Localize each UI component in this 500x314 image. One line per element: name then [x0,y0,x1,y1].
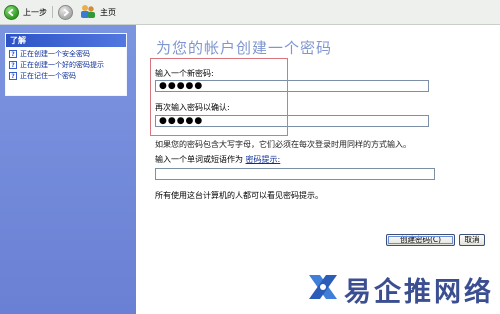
home-button[interactable]: 主页 [80,3,116,21]
create-password-button[interactable]: 创建密码(C) [386,234,455,246]
sidebar-item-label: 正在记住一个密码 [20,72,76,80]
new-password-value: ●●●●● [159,81,204,91]
toolbar-separator [52,6,53,18]
forward-arrow-icon [58,4,73,20]
cancel-button[interactable]: 取消 [459,234,485,246]
hint-visibility-note: 所有使用这台计算机的人都可以看见密码提示。 [155,191,323,200]
task-pane: 了解 ? 正在创建一个安全密码 ? 正在创建一个好的密码提示 ? 正在记住一个密… [0,25,136,314]
new-password-label: 输入一个新密码: [155,69,214,78]
sidebar-item-label: 正在创建一个安全密码 [20,50,90,58]
confirm-password-value: ●●●●● [159,116,204,126]
password-hint-link[interactable]: 密码提示: [246,155,281,164]
help-icon: ? [9,50,17,58]
confirm-password-field[interactable]: ●●●●● [155,115,429,127]
watermark-text: 易企推网络 [344,277,494,308]
sidebar-item-label: 正在创建一个好的密码提示 [20,61,104,69]
sidebar-item-remember-password[interactable]: ? 正在记住一个密码 [6,72,126,80]
users-icon [80,4,96,21]
sidebar-item-password-hint[interactable]: ? 正在创建一个好的密码提示 [6,61,126,69]
forward-button[interactable] [58,3,73,21]
confirm-password-label: 再次输入密码以确认: [155,103,230,112]
password-hint-label: 输入一个单词或短语作为 密码提示: [155,154,280,165]
password-hint-prefix: 输入一个单词或短语作为 [155,155,243,164]
help-icon: ? [9,61,17,69]
watermark: 易企推网络 [306,268,496,308]
back-button-label: 上一步 [23,7,47,17]
watermark-logo-icon [306,270,340,306]
help-icon: ? [9,72,17,80]
back-button[interactable]: 上一步 [4,3,47,21]
sidebar-item-secure-password[interactable]: ? 正在创建一个安全密码 [6,50,126,58]
page-title: 为您的帐户创建一个密码 [156,39,333,57]
password-hint-field[interactable] [155,168,435,180]
home-button-label: 主页 [100,7,116,17]
new-password-field[interactable]: ●●●●● [155,80,429,92]
learn-about-panel: 了解 ? 正在创建一个安全密码 ? 正在创建一个好的密码提示 ? 正在记住一个密… [5,33,127,96]
case-sensitivity-hint: 如果您的密码包含大写字母，它们必须在每次登录时用同样的方式输入。 [155,140,411,149]
back-arrow-icon [4,4,19,20]
learn-about-header: 了解 [6,34,126,47]
navigation-bar: 上一步 主页 [0,0,500,25]
